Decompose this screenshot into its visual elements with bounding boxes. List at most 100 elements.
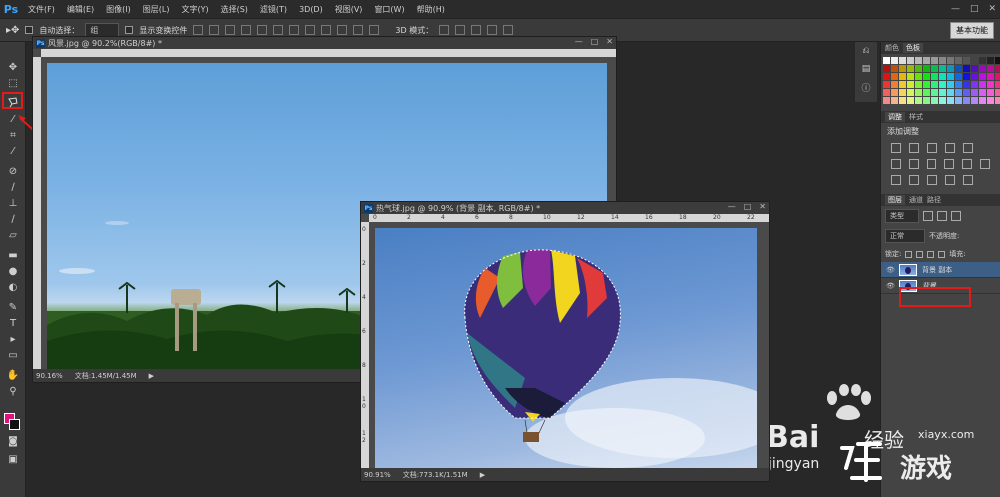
color-swatch[interactable]	[939, 89, 946, 96]
tab-swatches[interactable]: 色板	[903, 43, 923, 53]
color-swatch[interactable]	[899, 73, 906, 80]
healing-brush-tool-icon[interactable]: ⊘	[5, 164, 21, 178]
color-swatch[interactable]	[899, 97, 906, 104]
color-swatch[interactable]	[883, 57, 890, 64]
color-swatch[interactable]	[971, 73, 978, 80]
color-swatch[interactable]	[987, 89, 994, 96]
color-swatch[interactable]	[931, 65, 938, 72]
brush-tool-icon[interactable]: ∕	[5, 180, 21, 194]
color-swatch[interactable]	[971, 81, 978, 88]
color-swatch[interactable]	[931, 57, 938, 64]
color-swatch[interactable]	[915, 89, 922, 96]
lock-position-icon[interactable]	[927, 250, 935, 258]
color-swatch[interactable]	[915, 97, 922, 104]
minimize-icon[interactable]: —	[951, 4, 960, 14]
color-swatch[interactable]	[907, 81, 914, 88]
marquee-tool-icon[interactable]: ⬚	[5, 76, 21, 90]
background-color-swatch[interactable]	[9, 419, 20, 430]
color-swatch[interactable]	[995, 89, 1000, 96]
auto-select-checkbox[interactable]	[25, 26, 34, 34]
color-swatch[interactable]	[947, 97, 954, 104]
color-swatch[interactable]	[987, 73, 994, 80]
color-swatch[interactable]	[955, 81, 962, 88]
quick-mask-icon[interactable]: ◙	[5, 434, 21, 448]
tab-color[interactable]: 颜色	[885, 43, 899, 53]
color-swatch[interactable]	[907, 89, 914, 96]
color-swatch[interactable]	[915, 65, 922, 72]
color-swatch[interactable]	[915, 81, 922, 88]
menu-layer[interactable]: 图层(L)	[137, 4, 176, 15]
move-tool-icon[interactable]: ▸✥	[6, 25, 19, 36]
tab-adjustments[interactable]: 调整	[885, 112, 905, 122]
distribute-top-icon[interactable]	[289, 25, 300, 35]
maximize-icon[interactable]: □	[744, 202, 752, 211]
color-swatch[interactable]	[883, 97, 890, 104]
hue-saturation-icon[interactable]	[891, 159, 901, 169]
color-swatch[interactable]	[947, 57, 954, 64]
color-swatch[interactable]	[947, 89, 954, 96]
lock-transparent-icon[interactable]	[905, 250, 913, 258]
color-swatch[interactable]	[939, 65, 946, 72]
status-menu-arrow-icon[interactable]: ▶	[149, 372, 154, 380]
clone-stamp-tool-icon[interactable]: ⊥	[5, 196, 21, 210]
hand-tool-icon[interactable]: ✋	[5, 368, 21, 382]
color-swatch[interactable]	[923, 65, 930, 72]
photo-filter-icon[interactable]	[944, 159, 955, 169]
color-swatch[interactable]	[947, 81, 954, 88]
lock-all-icon[interactable]	[938, 250, 946, 258]
color-swatch[interactable]	[955, 65, 962, 72]
blend-mode-select[interactable]: 正常	[885, 229, 925, 243]
exposure-icon[interactable]	[945, 143, 955, 153]
threshold-icon[interactable]	[927, 175, 937, 185]
close-icon[interactable]: ✕	[606, 37, 613, 46]
distribute-center-icon[interactable]	[353, 25, 364, 35]
zoom-tool-icon[interactable]: ⚲	[5, 384, 21, 398]
properties-panel-icon[interactable]: ▤	[855, 60, 877, 78]
minimize-icon[interactable]: —	[575, 37, 583, 46]
menu-help[interactable]: 帮助(H)	[411, 4, 451, 15]
color-swatch[interactable]	[971, 65, 978, 72]
invert-icon[interactable]	[891, 175, 901, 185]
eraser-tool-icon[interactable]: ▱	[5, 228, 21, 242]
color-swatch[interactable]	[899, 57, 906, 64]
pen-tool-icon[interactable]: ✎	[5, 300, 21, 314]
show-transform-checkbox[interactable]	[125, 26, 134, 34]
history-panel-icon[interactable]: ⎌	[855, 42, 877, 60]
3d-slide-icon[interactable]	[487, 25, 498, 35]
color-swatch[interactable]	[931, 73, 938, 80]
3d-pan-icon[interactable]	[471, 25, 482, 35]
close-icon[interactable]: ✕	[759, 202, 766, 211]
menu-filter[interactable]: 滤镜(T)	[254, 4, 293, 15]
close-icon[interactable]: ✕	[988, 4, 996, 14]
color-swatch[interactable]	[995, 73, 1000, 80]
menu-edit[interactable]: 编辑(E)	[61, 4, 100, 15]
color-swatch[interactable]	[899, 65, 906, 72]
rectangle-tool-icon[interactable]: ▭	[5, 348, 21, 362]
3d-rotate-icon[interactable]	[439, 25, 450, 35]
zoom-level[interactable]: 90.91%	[364, 471, 391, 479]
color-swatch[interactable]	[939, 57, 946, 64]
color-swatch[interactable]	[883, 81, 890, 88]
color-swatch[interactable]	[907, 73, 914, 80]
vibrance-icon[interactable]	[963, 143, 973, 153]
info-panel-icon[interactable]: ⓘ	[855, 78, 877, 96]
workspace-button[interactable]: 基本功能	[950, 22, 994, 39]
color-swatch[interactable]	[995, 57, 1000, 64]
color-swatch[interactable]	[995, 97, 1000, 104]
color-swatch[interactable]	[987, 57, 994, 64]
filter-type-icon[interactable]	[951, 211, 961, 221]
filter-adjustment-icon[interactable]	[937, 211, 947, 221]
brightness-icon[interactable]	[891, 143, 901, 153]
path-selection-tool-icon[interactable]: ▸	[5, 332, 21, 346]
3d-roll-icon[interactable]	[455, 25, 466, 35]
color-swatch[interactable]	[979, 81, 986, 88]
align-middle-icon[interactable]	[209, 25, 220, 35]
distribute-middle-icon[interactable]	[305, 25, 316, 35]
levels-icon[interactable]	[909, 143, 919, 153]
color-swatch[interactable]	[923, 89, 930, 96]
color-swatch[interactable]	[995, 65, 1000, 72]
color-swatch[interactable]	[971, 57, 978, 64]
distribute-bottom-icon[interactable]	[321, 25, 332, 35]
align-right-icon[interactable]	[273, 25, 284, 35]
color-swatch[interactable]	[907, 57, 914, 64]
